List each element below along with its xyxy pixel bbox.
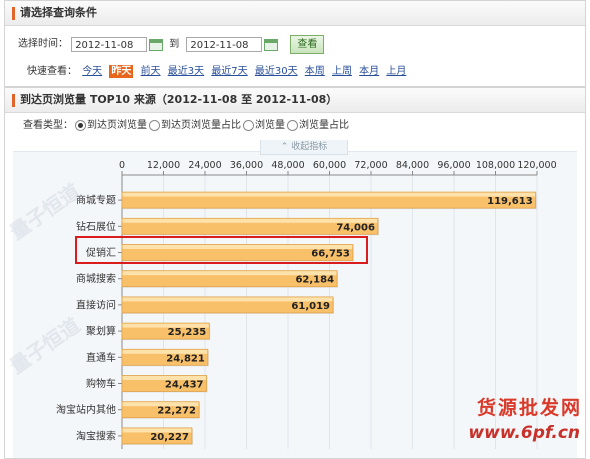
brand-watermark: 货源批发网 xyxy=(476,397,582,419)
x-tick-label: 120,000 xyxy=(517,160,556,171)
category-label: 聚划算 xyxy=(86,325,116,338)
bar-chart: 0 12,000 24,000 36,000 48,000 60,000 72,000 84,… xyxy=(56,160,557,449)
data-label: 24,821 xyxy=(166,353,205,364)
bar-highlight xyxy=(122,192,536,197)
x-tick-label: 12,000 xyxy=(147,160,180,171)
x-tick-label: 0 xyxy=(119,160,125,171)
category-label: 钻石展位 xyxy=(76,220,116,233)
x-tick-label: 48,000 xyxy=(271,160,304,171)
category-label: 购物车 xyxy=(86,377,116,390)
data-label: 119,613 xyxy=(487,196,533,207)
x-tick-label: 60,000 xyxy=(313,160,346,171)
highlight-box xyxy=(75,236,368,264)
brand-url-watermark: www.6pf.cn xyxy=(468,423,580,443)
x-tick-label: 36,000 xyxy=(230,160,263,171)
category-label: 商城搜索 xyxy=(76,272,116,285)
category-label: 淘宝搜索 xyxy=(76,429,116,442)
x-tick-label: 108,000 xyxy=(476,160,515,171)
data-label: 22,272 xyxy=(157,406,196,417)
data-label: 24,437 xyxy=(165,380,204,391)
data-label: 74,006 xyxy=(336,222,375,233)
x-tick-label: 84,000 xyxy=(396,160,429,171)
category-label: 直通车 xyxy=(86,351,116,364)
x-tick-label: 24,000 xyxy=(188,160,221,171)
x-tick-label: 72,000 xyxy=(354,160,387,171)
data-label: 25,235 xyxy=(168,327,207,338)
data-label: 62,184 xyxy=(295,275,334,286)
category-label: 淘宝站内其他 xyxy=(56,403,116,416)
category-label: 直接访问 xyxy=(76,298,116,311)
data-label: 20,227 xyxy=(150,432,189,443)
data-label: 61,019 xyxy=(291,301,330,312)
x-tick-label: 96,000 xyxy=(437,160,470,171)
